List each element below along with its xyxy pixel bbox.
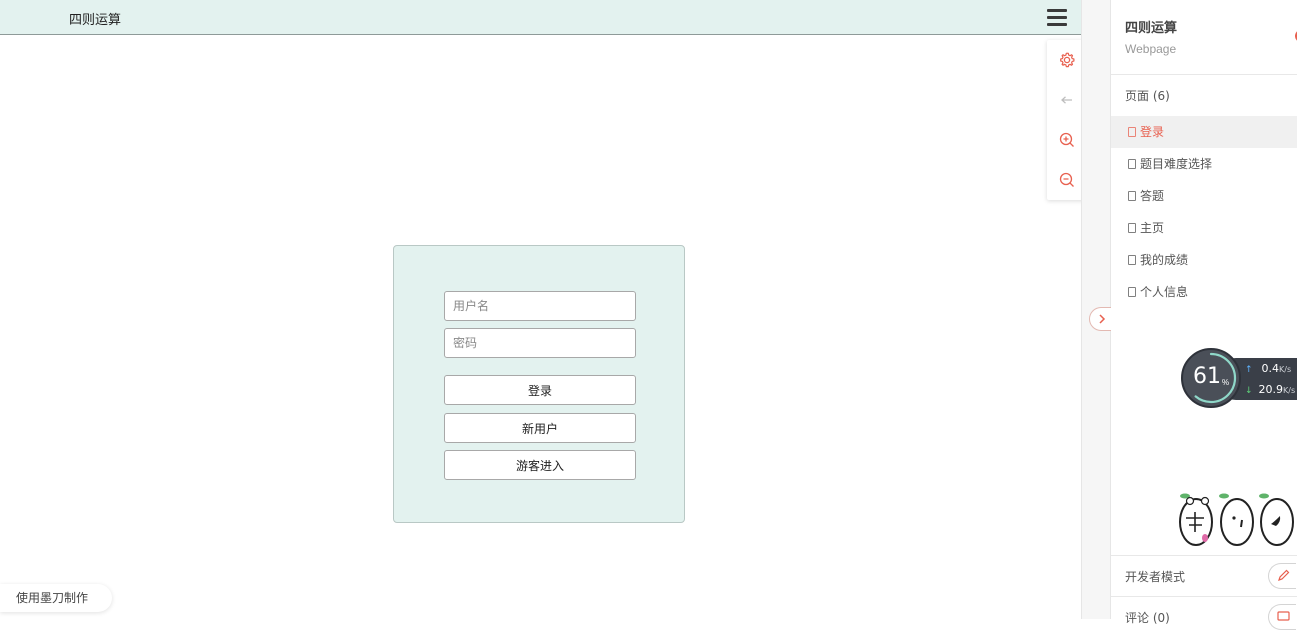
back-arrow-icon[interactable] xyxy=(1057,90,1077,110)
upload-speed: ↑ 0.4K/s xyxy=(1245,362,1292,375)
page-file-icon xyxy=(1128,159,1136,169)
page-item-scores[interactable]: 我的成绩 xyxy=(1111,244,1297,276)
prototype-title: 四则运算 xyxy=(69,13,122,28)
page-item-profile[interactable]: 个人信息 xyxy=(1111,276,1297,308)
divider xyxy=(1111,74,1297,75)
zoom-in-icon[interactable] xyxy=(1057,130,1077,150)
page-item-login[interactable]: 登录 xyxy=(1111,116,1297,148)
login-button[interactable]: 登录 xyxy=(444,375,636,405)
new-user-button[interactable]: 新用户 xyxy=(444,413,636,443)
made-with-badge[interactable]: 使用墨刀制作 xyxy=(0,584,113,612)
pencil-icon[interactable] xyxy=(1268,563,1296,589)
guest-enter-button[interactable]: 游客进入 xyxy=(444,450,636,480)
pages-header: 页面 (6) xyxy=(1125,89,1170,103)
download-arrow-icon: ↓ xyxy=(1245,386,1253,396)
mascot-sticker xyxy=(1176,492,1297,548)
network-speed-widget[interactable]: 61 % ↑ 0.4K/s ↓ 20.9K/s xyxy=(1181,348,1297,408)
page-item-answer[interactable]: 答题 xyxy=(1111,180,1297,212)
page-file-icon xyxy=(1128,255,1136,265)
developer-mode-label: 开发者模式 xyxy=(1125,570,1186,584)
chevron-right-icon[interactable] xyxy=(1089,307,1111,331)
hamburger-menu-icon[interactable] xyxy=(1047,9,1067,27)
usage-percent-symbol: % xyxy=(1222,378,1230,387)
upload-arrow-icon: ↑ xyxy=(1245,365,1253,375)
comment-icon[interactable] xyxy=(1268,604,1296,630)
comments-label: 评论 (0) xyxy=(1125,611,1170,625)
page-file-icon xyxy=(1128,127,1136,137)
prototype-header: 四则运算 xyxy=(0,0,1081,35)
usage-percent: 61 xyxy=(1193,364,1221,389)
project-type: Webpage xyxy=(1125,42,1177,56)
page-file-icon xyxy=(1128,191,1136,201)
login-card: 登录 新用户 游客进入 xyxy=(393,245,685,523)
developer-mode-row[interactable]: 开发者模式 xyxy=(1111,556,1297,596)
username-input[interactable] xyxy=(444,291,636,321)
page-item-home[interactable]: 主页 xyxy=(1111,212,1297,244)
zoom-out-icon[interactable] xyxy=(1057,170,1077,190)
page-file-icon xyxy=(1128,287,1136,297)
gear-icon[interactable] xyxy=(1057,50,1077,70)
page-file-icon xyxy=(1128,223,1136,233)
prototype-canvas: 四则运算 登录 新用户 游客进入 xyxy=(0,0,1087,619)
download-speed: ↓ 20.9K/s xyxy=(1245,383,1296,396)
comments-row[interactable]: 评论 (0) xyxy=(1111,597,1297,637)
page-item-difficulty[interactable]: 题目难度选择 xyxy=(1111,148,1297,180)
project-title: 四则运算 xyxy=(1125,21,1178,36)
password-input[interactable] xyxy=(444,328,636,358)
